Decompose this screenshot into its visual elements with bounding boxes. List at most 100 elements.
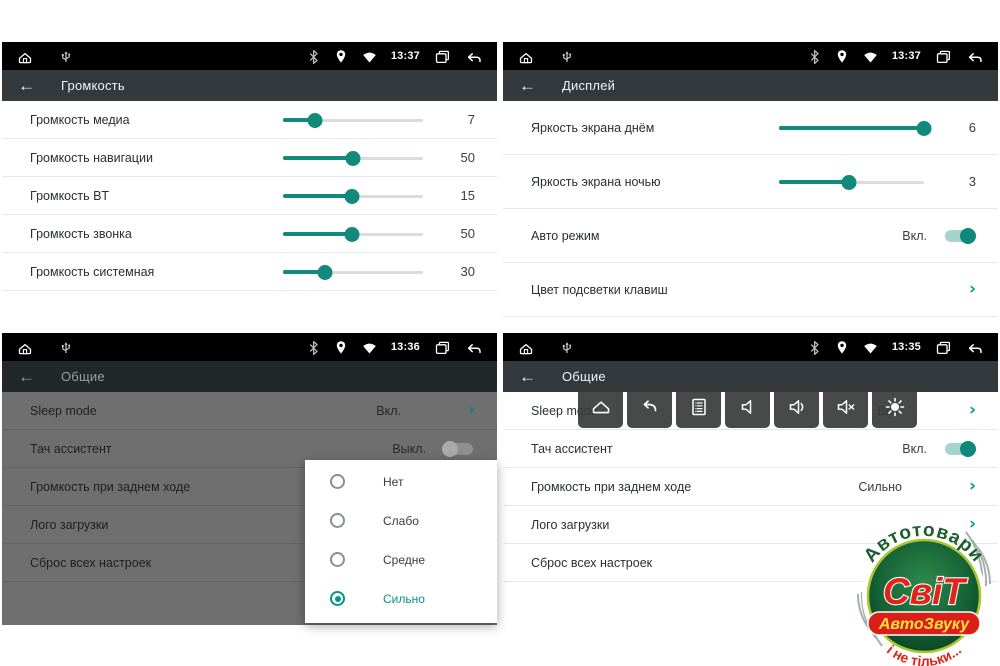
radio-icon[interactable] xyxy=(330,552,345,567)
home-icon[interactable] xyxy=(517,340,535,355)
setting-row-touch-assistant[interactable]: Тач ассистент Вкл. xyxy=(503,430,998,468)
back-icon[interactable] xyxy=(465,49,483,64)
location-icon xyxy=(835,49,849,63)
volume-down-icon xyxy=(736,395,760,419)
page-title: Громкость xyxy=(61,78,125,93)
wifi-icon xyxy=(362,50,377,63)
clock: 13:37 xyxy=(391,50,420,62)
back-icon[interactable] xyxy=(966,49,984,64)
back-arrow-icon[interactable]: ← xyxy=(519,77,536,94)
bt-volume-slider[interactable] xyxy=(283,188,423,204)
home-icon[interactable] xyxy=(16,340,34,355)
setting-label: Громкость звонка xyxy=(30,227,283,241)
list-button[interactable] xyxy=(676,385,721,428)
setting-value: Вкл. xyxy=(902,442,927,456)
setting-row-system-volume: Громкость системная 30 xyxy=(2,253,497,291)
setting-value: 30 xyxy=(441,264,475,279)
system-volume-slider[interactable] xyxy=(283,264,423,280)
setting-label: Цвет подсветки клавиш xyxy=(531,283,916,297)
chevron-right-icon: › xyxy=(958,554,976,571)
back-button[interactable] xyxy=(627,385,672,428)
night-brightness-slider[interactable] xyxy=(779,174,924,190)
setting-row-key-backlight-color[interactable]: Цвет подсветки клавиш › xyxy=(503,263,998,317)
bluetooth-icon xyxy=(807,340,821,355)
panel-volume-settings: 13:37 ← Громкость Громкость медиа 7 Гром… xyxy=(2,42,497,291)
back-icon[interactable] xyxy=(465,340,483,355)
brightness-icon xyxy=(883,395,907,419)
option-weak[interactable]: Слабо xyxy=(305,501,497,540)
usb-icon xyxy=(60,340,72,354)
back-arrow-icon[interactable]: ← xyxy=(18,77,35,94)
ring-volume-slider[interactable] xyxy=(283,226,423,242)
nav-volume-slider[interactable] xyxy=(283,150,423,166)
setting-value: Сильно xyxy=(858,480,902,494)
quick-toolbar-overlay xyxy=(578,385,917,428)
back-arrow-icon[interactable]: ← xyxy=(18,368,35,385)
home-icon[interactable] xyxy=(517,49,535,64)
setting-label: Сброс всех настроек xyxy=(531,556,916,570)
home-button[interactable] xyxy=(578,385,623,428)
wifi-icon xyxy=(863,341,878,354)
radio-selected-icon[interactable] xyxy=(330,591,345,606)
page-title: Общие xyxy=(562,369,606,384)
radio-icon[interactable] xyxy=(330,474,345,489)
touch-assistant-toggle[interactable] xyxy=(943,440,976,458)
panel-general-settings: 13:35 ← Общие Sleep mode Вкл. › Тач асси… xyxy=(503,333,998,582)
option-medium[interactable]: Средне xyxy=(305,540,497,579)
recents-icon[interactable] xyxy=(434,49,451,64)
option-strong[interactable]: Сильно xyxy=(305,579,497,618)
setting-row-auto-mode: Авто режим Вкл. xyxy=(503,209,998,263)
back-arrow-icon[interactable]: ← xyxy=(519,368,536,385)
location-icon xyxy=(334,340,348,354)
usb-icon xyxy=(561,340,573,354)
back-icon[interactable] xyxy=(966,340,984,355)
setting-label: Sleep mode xyxy=(30,404,376,418)
setting-value: 50 xyxy=(441,226,475,241)
list-icon xyxy=(687,395,711,419)
clock: 13:36 xyxy=(391,341,420,353)
status-bar: 13:37 xyxy=(2,42,497,70)
media-volume-slider[interactable] xyxy=(283,112,423,128)
setting-row-reverse-volume[interactable]: Громкость при заднем ходе Сильно › xyxy=(503,468,998,506)
option-label: Слабо xyxy=(383,514,419,528)
setting-label: Авто режим xyxy=(531,229,902,243)
setting-row-day-brightness: Яркость экрана днём 6 xyxy=(503,101,998,155)
setting-row-ring-volume: Громкость звонка 50 xyxy=(2,215,497,253)
wifi-icon xyxy=(362,341,377,354)
recents-icon[interactable] xyxy=(935,49,952,64)
volume-down-button[interactable] xyxy=(725,385,770,428)
option-none[interactable]: Нет xyxy=(305,462,497,501)
option-label: Средне xyxy=(383,553,425,567)
home-icon[interactable] xyxy=(16,49,34,64)
home-icon xyxy=(589,395,613,419)
usb-icon xyxy=(60,49,72,63)
chevron-right-icon: › xyxy=(958,516,976,533)
setting-row-night-brightness: Яркость экрана ночью 3 xyxy=(503,155,998,209)
recents-icon[interactable] xyxy=(434,340,451,355)
back-icon xyxy=(638,395,662,419)
page-title: Общие xyxy=(61,369,105,384)
chevron-right-icon: › xyxy=(958,478,976,495)
location-icon xyxy=(334,49,348,63)
setting-label: Лого загрузки xyxy=(531,518,916,532)
svg-text:і не тільки...: і не тільки... xyxy=(884,642,964,666)
recents-icon[interactable] xyxy=(935,340,952,355)
setting-row-factory-reset[interactable]: Сброс всех настроек › xyxy=(503,544,998,582)
setting-row-media-volume: Громкость медиа 7 xyxy=(2,101,497,139)
watermark-banner-text: АвтоЗвуку xyxy=(878,616,970,633)
setting-row-boot-logo[interactable]: Лого загрузки › xyxy=(503,506,998,544)
day-brightness-slider[interactable] xyxy=(779,120,924,136)
status-bar: 13:37 xyxy=(503,42,998,70)
location-icon xyxy=(835,340,849,354)
radio-icon[interactable] xyxy=(330,513,345,528)
brightness-button[interactable] xyxy=(872,385,917,428)
setting-value: 6 xyxy=(942,120,976,135)
setting-value: Вкл. xyxy=(902,229,927,243)
setting-label: Громкость медиа xyxy=(30,113,283,127)
page-title: Дисплей xyxy=(562,78,615,93)
reverse-volume-dialog: Нет Слабо Средне Сильно xyxy=(305,460,497,623)
mute-button[interactable] xyxy=(823,385,868,428)
volume-up-button[interactable] xyxy=(774,385,819,428)
setting-label: Яркость экрана днём xyxy=(531,121,779,135)
auto-mode-toggle[interactable] xyxy=(943,227,976,245)
